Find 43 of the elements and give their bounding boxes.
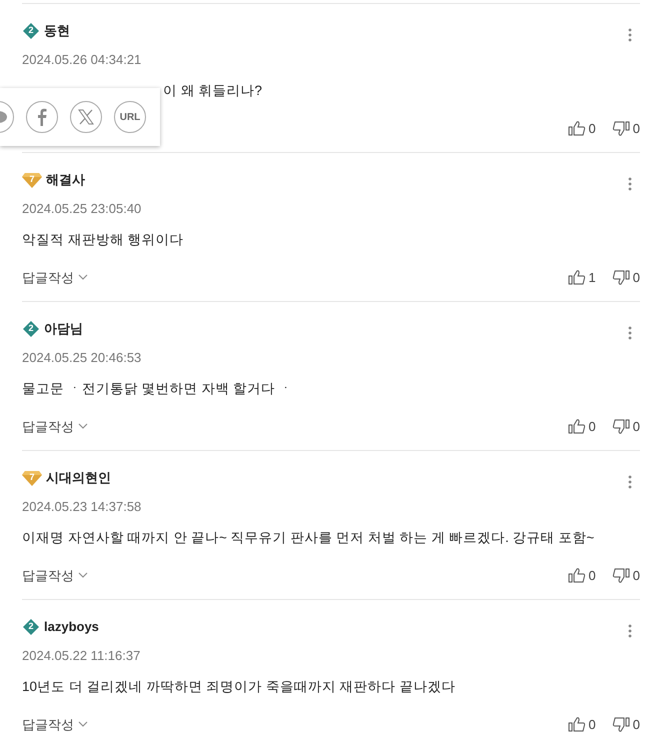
dislike-button[interactable]: 0 bbox=[612, 714, 640, 734]
comment-date: 2024.05.25 20:46:53 bbox=[22, 348, 142, 366]
dislike-button[interactable]: 0 bbox=[612, 118, 640, 138]
author-name: 시대의현인 bbox=[46, 469, 111, 487]
level-badge: 7 bbox=[22, 170, 42, 189]
dislike-button[interactable]: 0 bbox=[612, 268, 640, 287]
comment-date: 2024.05.26 04:34:21 bbox=[22, 50, 142, 68]
chevron-down-icon bbox=[78, 422, 88, 430]
comment-text: 10년도 더 걸리겠네 까딱하면 죄명이가 죽을때까지 재판하다 끝나겠다 bbox=[22, 678, 456, 696]
like-button[interactable]: 0 bbox=[568, 118, 596, 138]
author-name: lazyboys bbox=[44, 618, 99, 636]
like-button[interactable]: 1 bbox=[568, 268, 596, 287]
x-logo-icon bbox=[78, 109, 94, 125]
chevron-down-icon bbox=[78, 572, 88, 579]
author-name: 아담님 bbox=[44, 320, 83, 338]
chevron-down-icon bbox=[78, 720, 88, 728]
level-badge: 2 bbox=[22, 320, 40, 338]
chevron-down-icon bbox=[78, 274, 88, 281]
reply-button[interactable]: 답글작성 bbox=[22, 416, 88, 436]
author-name: 해결사 bbox=[46, 171, 85, 189]
facebook-icon bbox=[36, 108, 48, 126]
level-badge: 7 bbox=[22, 468, 42, 487]
level-badge: 2 bbox=[22, 22, 40, 40]
level-badge: 2 bbox=[22, 618, 40, 636]
comment-date: 2024.05.25 23:05:40 bbox=[22, 200, 142, 218]
author-name: 동현 bbox=[44, 22, 70, 40]
reply-button[interactable]: 답글작성 bbox=[22, 566, 88, 585]
dislike-button[interactable]: 0 bbox=[612, 566, 640, 585]
facebook-share-button[interactable] bbox=[26, 101, 58, 133]
comment-text: 이재명 자연사할 때까지 안 끝나~ 직무유기 판사를 먼저 처벌 하는 게 빠르겠다. 강규태 포함~ bbox=[22, 529, 596, 547]
dislike-button[interactable]: 0 bbox=[612, 416, 640, 436]
like-button[interactable]: 0 bbox=[568, 416, 596, 436]
like-button[interactable]: 0 bbox=[568, 714, 596, 734]
comment-date: 2024.05.22 11:16:37 bbox=[22, 646, 142, 664]
reply-button[interactable]: 답글작성 bbox=[22, 714, 88, 734]
like-button[interactable]: 0 bbox=[568, 566, 596, 585]
comment-text: 악질적 재판방해 행위이다 bbox=[22, 231, 185, 249]
x-share-button[interactable] bbox=[70, 101, 102, 133]
url-copy-button[interactable]: URL bbox=[114, 101, 146, 133]
comment-text: 이 왜 휘들리나? bbox=[163, 82, 262, 100]
comment-date: 2024.05.23 14:37:58 bbox=[22, 498, 142, 516]
reply-button[interactable]: 답글작성 bbox=[22, 268, 88, 287]
comment-text: 물고문 ㆍ전기통닭 몇번하면 자백 할거다 ㆍ bbox=[22, 380, 294, 398]
